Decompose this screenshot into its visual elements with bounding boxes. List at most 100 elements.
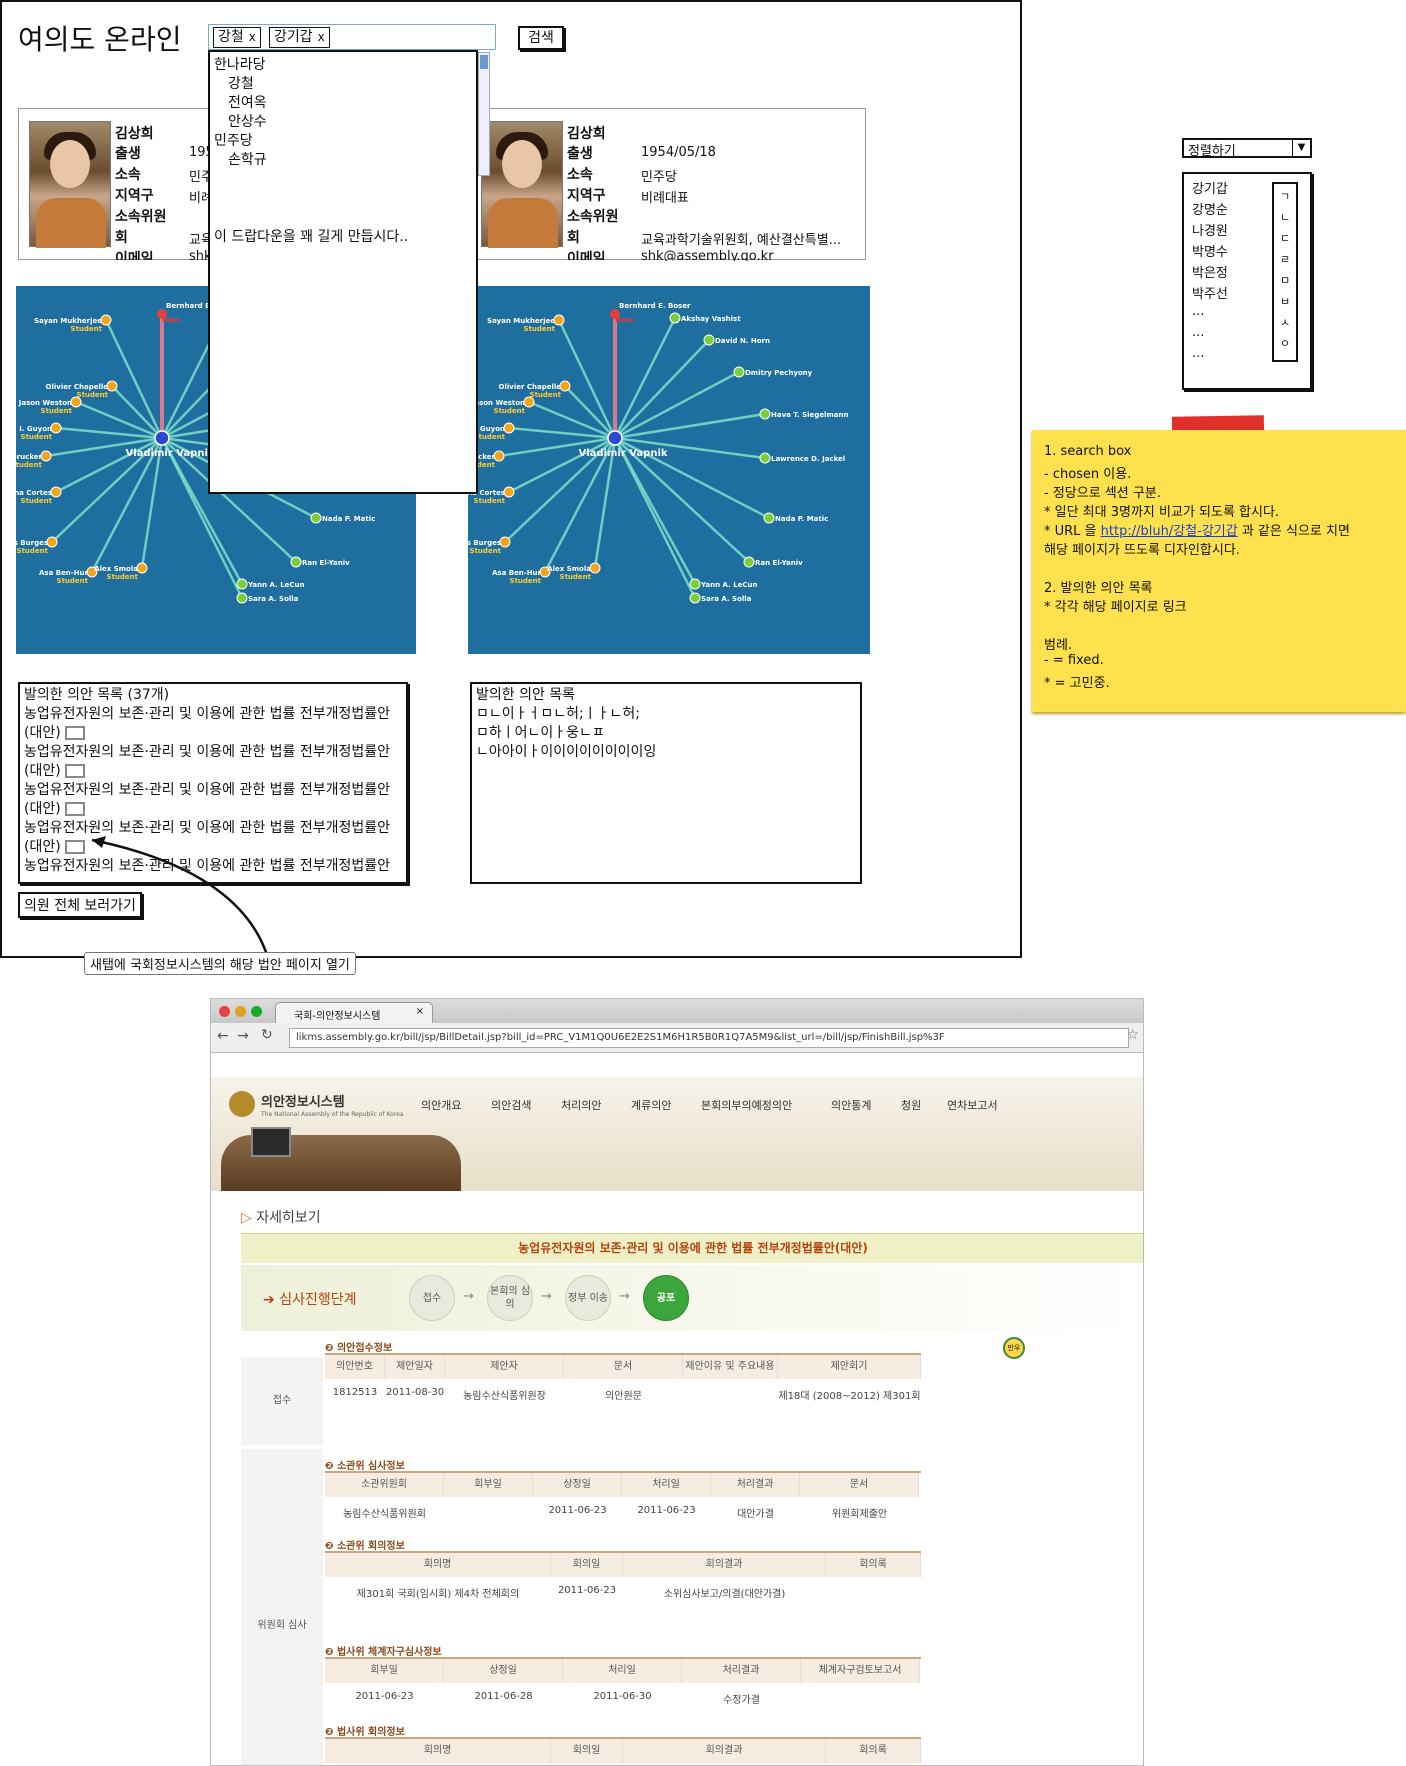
graph-node[interactable] [703, 334, 715, 346]
sort-select[interactable]: 정렬하기 ▼ [1182, 138, 1312, 159]
nav-item[interactable]: 청원 [901, 1097, 921, 1113]
graph-node[interactable] [743, 556, 755, 568]
graph-node[interactable] [493, 450, 505, 462]
graph-node[interactable] [50, 486, 62, 498]
table-cell[interactable]: 2011-08-30 [385, 1387, 445, 1398]
table-cell[interactable]: 농림수산식품위원장 [445, 1387, 564, 1402]
nav-item[interactable]: 의안검색 [491, 1097, 531, 1113]
table-cell[interactable]: 위원회제출안 [800, 1505, 919, 1520]
minimize-icon[interactable] [235, 1006, 246, 1017]
star-icon[interactable]: ☆ [1126, 1027, 1139, 1043]
close-window-icon[interactable] [219, 1006, 230, 1017]
external-link-icon[interactable] [65, 726, 86, 740]
graph-node[interactable] [236, 592, 248, 604]
list-item[interactable]: ㅁㄴ이ㅏㅓㅁㄴ허;ㅣㅏㄴ허; [476, 703, 640, 723]
index-bar[interactable]: ㄱ ㄴ ㄷ ㄹ ㅁ ㅂ ㅅ ㅇ [1272, 182, 1298, 362]
table-cell[interactable]: 의안원문 [564, 1387, 683, 1402]
search-button[interactable]: 검색 [518, 26, 564, 50]
list-item[interactable]: 박명수 [1192, 241, 1228, 260]
bill-item[interactable]: 농업유전자원의 보존·관리 및 이용에 관한 법률 전부개정법률안 [24, 703, 390, 723]
bill-item-suffix[interactable]: (대안) [24, 760, 86, 780]
bill-item[interactable]: 농업유전자원의 보존·관리 및 이용에 관한 법률 전부개정법률안 [24, 741, 390, 761]
search-chip[interactable]: 강기갑 x [269, 27, 330, 48]
graph-node[interactable] [310, 512, 322, 524]
list-item[interactable]: 나경원 [1192, 220, 1228, 239]
maximize-icon[interactable] [251, 1006, 262, 1017]
graph-node[interactable] [689, 578, 701, 590]
index-letter[interactable]: ㄱ [1274, 188, 1296, 204]
nav-item[interactable]: 연차보고서 [947, 1097, 998, 1113]
graph-node[interactable] [290, 556, 302, 568]
scrollbar-thumb[interactable] [480, 55, 488, 69]
index-letter[interactable]: ㅇ [1274, 335, 1296, 351]
chevron-down-icon[interactable]: ▼ [1292, 140, 1310, 156]
dropdown-scrollbar[interactable] [478, 52, 490, 176]
close-icon[interactable]: × [416, 1006, 424, 1017]
list-item[interactable]: ㅁ하ㅣ어ㄴ이ㅏ웅ㄴㅍ [476, 722, 605, 742]
graph-node[interactable] [136, 562, 148, 574]
list-item[interactable]: 박은정 [1192, 262, 1228, 281]
table-cell[interactable]: 제18대 (2008~2012) 제301회 [778, 1387, 921, 1402]
graph-node[interactable] [106, 380, 118, 392]
list-item[interactable]: ㄴ아아이ㅏ이이이이이이이이잉 [476, 741, 656, 761]
graph-node[interactable] [236, 578, 248, 590]
graph-node[interactable] [46, 536, 58, 548]
list-item[interactable]: 강기갑 [1192, 178, 1228, 197]
back-icon[interactable]: ← [217, 1028, 229, 1044]
graph-node[interactable] [523, 396, 535, 408]
index-letter[interactable]: ㅂ [1274, 293, 1296, 309]
external-link-icon[interactable] [65, 764, 86, 778]
dropdown-option[interactable]: 안상수 [228, 111, 267, 131]
graph-node[interactable] [499, 536, 511, 548]
table-cell[interactable]: 2011-06-23 [325, 1691, 444, 1702]
nav-item[interactable]: 의안개요 [421, 1097, 461, 1113]
graph-node[interactable] [503, 422, 515, 434]
bill-item[interactable]: 농업유전자원의 보존·관리 및 이용에 관한 법률 전부개정법률안 [24, 779, 390, 799]
graph-node[interactable] [669, 312, 681, 324]
browser-tab[interactable]: 국회-의안정보시스템 × [275, 1002, 433, 1023]
nav-item[interactable]: 계류의안 [631, 1097, 671, 1113]
nav-item[interactable]: 본회의부의예정의안 [701, 1097, 792, 1113]
table-cell[interactable]: 1812513 [325, 1387, 385, 1398]
graph-node[interactable] [503, 486, 515, 498]
index-letter[interactable]: ㄷ [1274, 230, 1296, 246]
index-letter[interactable]: ㅁ [1274, 272, 1296, 288]
search-input[interactable]: 강철 x 강기갑 x [208, 24, 496, 50]
table-cell[interactable]: 2011-06-30 [563, 1691, 682, 1702]
graph-node[interactable] [40, 450, 52, 462]
list-item[interactable]: 강명순 [1192, 199, 1228, 218]
chip-remove-icon[interactable]: x [249, 30, 256, 44]
dropdown-option[interactable]: 전여옥 [228, 92, 267, 112]
forward-icon[interactable]: → [237, 1028, 249, 1044]
graph-node[interactable] [759, 408, 771, 420]
dropdown-option[interactable]: 강철 [228, 73, 254, 93]
example-url-link[interactable]: http://bluh/강철-강기갑 [1101, 524, 1238, 539]
graph-node[interactable] [70, 396, 82, 408]
search-chip[interactable]: 강철 x [213, 27, 261, 48]
table-cell[interactable]: 농림수산식품위원회 [325, 1505, 444, 1520]
relation-graph[interactable]: Sayan MukherjeeStudentOlivier ChapelleSt… [468, 286, 870, 654]
dropdown-option[interactable]: 손학규 [228, 149, 267, 169]
table-cell[interactable]: 2011-06-23 [551, 1585, 623, 1596]
graph-node[interactable] [553, 314, 565, 326]
table-cell[interactable]: 수정가결 [682, 1691, 801, 1706]
table-cell[interactable]: 제301회 국회(임시회) 제4차 전체회의 [325, 1585, 551, 1600]
index-letter[interactable]: ㅅ [1274, 314, 1296, 330]
bill-item-suffix[interactable]: (대안) [24, 798, 86, 818]
index-letter[interactable]: ㄹ [1274, 251, 1296, 267]
bill-item-suffix[interactable]: (대안) [24, 722, 86, 742]
graph-node[interactable] [100, 314, 112, 326]
chip-remove-icon[interactable]: x [318, 30, 325, 44]
graph-node[interactable] [733, 366, 745, 378]
search-dropdown[interactable]: 한나라당 강철 전여옥 안상수 민주당 손학규 이 드랍다운을 꽤 길게 만듭시… [208, 50, 490, 494]
list-item[interactable]: 박주선 [1192, 283, 1228, 302]
graph-node[interactable] [559, 380, 571, 392]
graph-node[interactable] [759, 452, 771, 464]
table-cell[interactable]: 2011-06-28 [444, 1691, 563, 1702]
graph-node[interactable] [763, 512, 775, 524]
nav-item[interactable]: 의안통계 [831, 1097, 871, 1113]
index-letter[interactable]: ㄴ [1274, 209, 1296, 225]
external-link-icon[interactable] [65, 802, 86, 816]
graph-node[interactable] [689, 592, 701, 604]
graph-node[interactable] [589, 562, 601, 574]
